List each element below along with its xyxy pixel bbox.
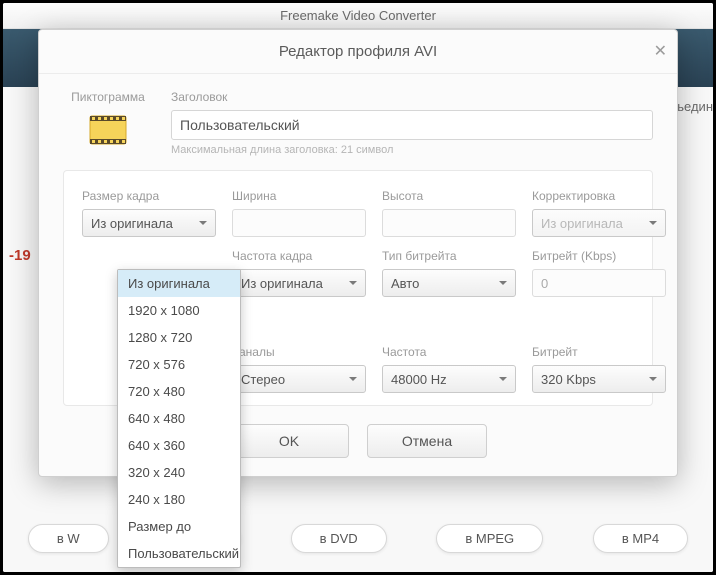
height-label: Высота: [382, 189, 516, 203]
title-hint: Максимальная длина заголовка: 21 символ: [171, 144, 653, 156]
header-label: Заголовок: [171, 90, 653, 104]
audio-bitrate-select[interactable]: 320 Kbps: [532, 365, 666, 393]
dialog-header: Редактор профиля AVI ✕: [39, 30, 677, 74]
ok-button[interactable]: OK: [229, 424, 349, 458]
title-column: Заголовок Максимальная длина заголовка: …: [171, 90, 653, 156]
close-icon[interactable]: ✕: [654, 30, 667, 74]
bitrate-type-select[interactable]: Авто: [382, 269, 516, 297]
channels-select[interactable]: Стерео: [232, 365, 366, 393]
frame-size-option[interactable]: 720 x 480: [118, 378, 240, 405]
adjust-select: Из оригинала: [532, 209, 666, 237]
width-label: Ширина: [232, 189, 366, 203]
frame-size-option[interactable]: 640 x 480: [118, 405, 240, 432]
modal-overlay: Редактор профиля AVI ✕ Пиктограмма: [3, 3, 713, 572]
adjust-label: Корректировка: [532, 189, 666, 203]
width-input: [232, 209, 366, 237]
frame-size-label: Размер кадра: [82, 189, 216, 203]
bitrate-type-label: Тип битрейта: [382, 249, 516, 263]
fps-label: Частота кадра: [232, 249, 366, 263]
freq-label: Частота: [382, 345, 516, 359]
frame-size-option[interactable]: Размер до: [118, 513, 240, 540]
frame-size-option[interactable]: 240 x 180: [118, 486, 240, 513]
frame-size-option[interactable]: 320 x 240: [118, 459, 240, 486]
fps-select[interactable]: Из оригинала: [232, 269, 366, 297]
app-window: Freemake Video Converter -19 в W pple в …: [3, 3, 713, 572]
frame-size-option[interactable]: 1280 x 720: [118, 324, 240, 351]
frame-size-option[interactable]: Пользовательский: [118, 540, 240, 567]
freq-select[interactable]: 48000 Hz: [382, 365, 516, 393]
frame-size-option[interactable]: 1920 x 1080: [118, 297, 240, 324]
frame-size-dropdown[interactable]: Из оригинала1920 x 10801280 x 720720 x 5…: [117, 269, 241, 568]
pictogram-column: Пиктограмма: [63, 90, 153, 156]
profile-title-input[interactable]: [171, 110, 653, 140]
frame-size-option[interactable]: 720 x 576: [118, 351, 240, 378]
pictogram-label: Пиктограмма: [63, 90, 153, 104]
frame-size-option[interactable]: Из оригинала: [118, 270, 240, 297]
cancel-button[interactable]: Отмена: [367, 424, 487, 458]
video-bitrate-label: Битрейт (Kbps): [532, 249, 666, 263]
height-input: [382, 209, 516, 237]
frame-size-option[interactable]: 640 x 360: [118, 432, 240, 459]
film-icon[interactable]: [88, 110, 128, 150]
frame-size-select[interactable]: Из оригинала: [82, 209, 216, 237]
audio-bitrate-label: Битрейт: [532, 345, 666, 359]
channels-label: Каналы: [232, 345, 366, 359]
video-bitrate-input: [532, 269, 666, 297]
dialog-title: Редактор профиля AVI: [279, 43, 437, 60]
